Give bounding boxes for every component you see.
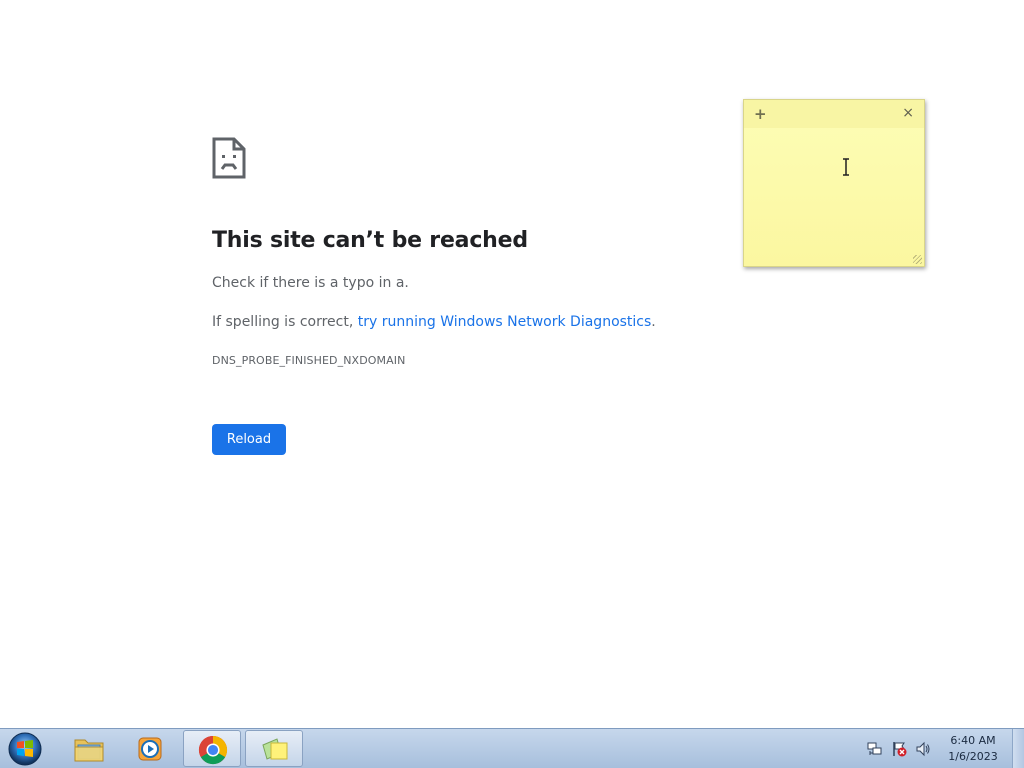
error-diagnostics-line: If spelling is correct, try running Wind… [212, 314, 656, 330]
error-code: DNS_PROBE_FINISHED_NXDOMAIN [212, 354, 406, 367]
folder-icon [74, 739, 104, 762]
network-icon[interactable] [867, 741, 883, 757]
text-cursor-icon [843, 158, 849, 176]
taskbar-file-explorer[interactable] [60, 730, 118, 767]
network-diagnostics-link[interactable]: try running Windows Network Diagnostics [358, 314, 652, 330]
add-note-icon[interactable]: + [754, 105, 767, 123]
windows-start-orb-icon [8, 732, 42, 766]
sticky-note-text-area[interactable] [744, 128, 924, 266]
error-title: This site can’t be reached [212, 228, 528, 253]
taskbar-media-player[interactable] [121, 730, 179, 767]
sticky-note[interactable]: + × [743, 99, 925, 267]
diagnostics-prefix: If spelling is correct, [212, 314, 358, 330]
chrome-icon [198, 735, 228, 765]
resize-grip-icon[interactable] [913, 255, 922, 264]
system-clock[interactable]: 6:40 AM 1/6/2023 [938, 733, 1008, 765]
media-player-icon [138, 737, 162, 761]
clock-date: 1/6/2023 [948, 750, 998, 763]
sad-page-icon [212, 137, 246, 179]
sticky-notes-icon [262, 738, 288, 760]
start-button[interactable] [5, 731, 45, 767]
diagnostics-suffix: . [651, 314, 656, 330]
sticky-note-titlebar[interactable]: + × [744, 100, 924, 128]
taskbar-sticky-notes[interactable] [245, 730, 303, 767]
show-desktop-button[interactable] [1012, 729, 1024, 768]
reload-button[interactable]: Reload [212, 424, 286, 455]
volume-icon[interactable] [915, 741, 931, 757]
error-suggestion: Check if there is a typo in a. [212, 275, 409, 291]
close-note-icon[interactable]: × [902, 105, 914, 121]
taskbar: 6:40 AM 1/6/2023 [0, 728, 1024, 768]
action-center-flag-icon[interactable] [891, 741, 907, 757]
clock-time: 6:40 AM [950, 734, 996, 747]
taskbar-chrome[interactable] [183, 730, 241, 767]
